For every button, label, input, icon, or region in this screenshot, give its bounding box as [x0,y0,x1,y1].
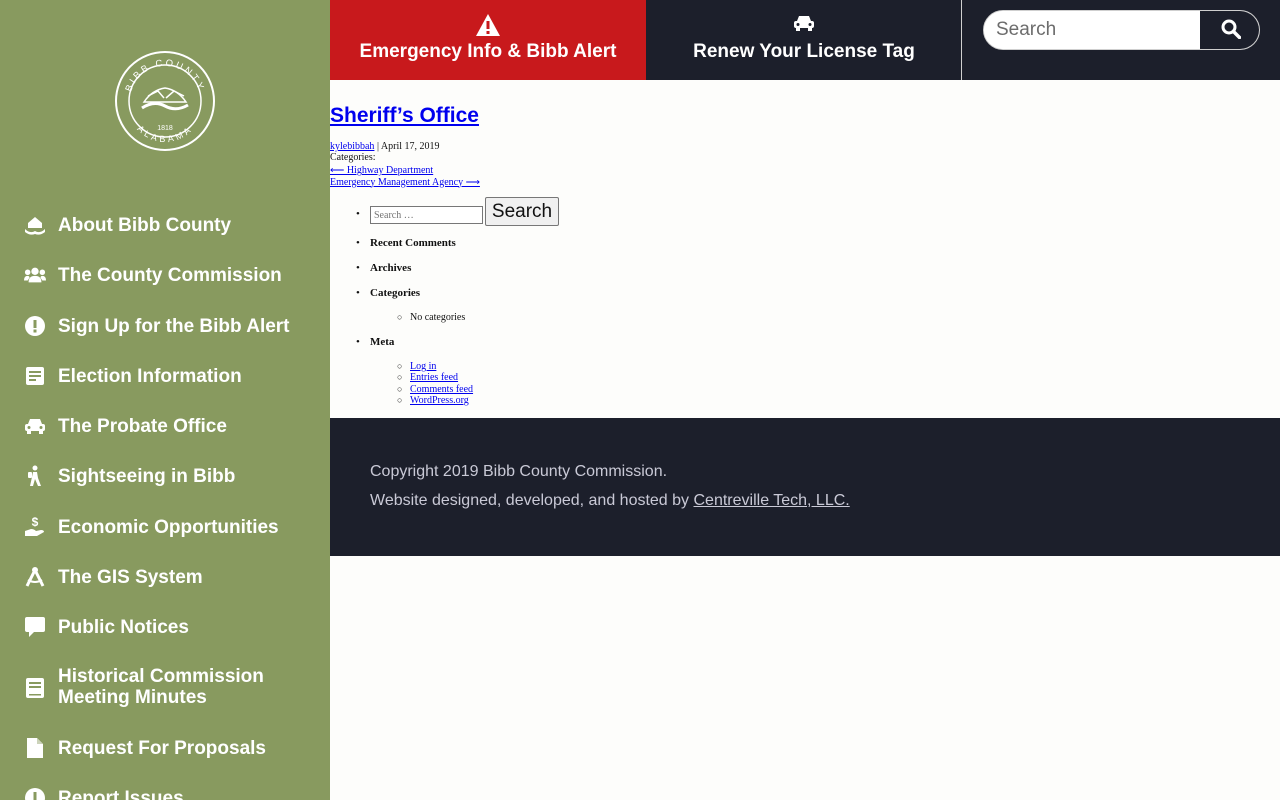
sidebar-item-rfp[interactable]: Request For Proposals [0,737,330,759]
top-bar: Emergency Info & Bibb Alert Renew Your L… [330,0,1280,80]
list-bullet: ○ [397,384,403,394]
sidebar: BIBB COUNTY ALABAMA 1818 About Bibb Coun… [0,0,330,800]
file-icon [24,737,46,759]
list-bullet: • [356,208,360,220]
header-search [983,10,1260,50]
sidebar-item-label: Request For Proposals [58,737,266,759]
sidebar-item-election[interactable]: Election Information [0,365,330,387]
footer-copyright: Copyright 2019 Bibb County Commission. [370,463,668,480]
renew-license-tag-label: Renew Your License Tag [693,41,915,62]
recent-comments-heading: Recent Comments [370,237,456,249]
users-icon [24,264,46,286]
widget-search-button[interactable]: Search [485,197,559,226]
login-link[interactable]: Log in [410,361,436,372]
document-icon [24,365,46,387]
sidebar-item-label: Public Notices [58,616,189,638]
widget-search-input[interactable] [370,206,483,224]
centreville-tech-link[interactable]: Centreville Tech, LLC. [694,492,850,509]
footer: Copyright 2019 Bibb County Commission. W… [330,418,1280,556]
emergency-info-label: Emergency Info & Bibb Alert [359,41,617,62]
sidebar-item-historical-minutes[interactable]: Historical Commission Meeting Minutes [0,666,330,710]
list-bullet: ○ [397,312,403,322]
sidebar-item-economic[interactable]: $ Economic Opportunities [0,516,330,538]
sidebar-item-county-commission[interactable]: The County Commission [0,264,330,286]
sidebar-item-label: Historical Commission Meeting Minutes [58,666,264,708]
exclamation-circle-icon [24,787,46,800]
list-bullet: ○ [397,372,403,382]
main-content: Sheriff’s Office kylebibbah | April 17, … [330,80,1280,418]
sidebar-item-report-issues[interactable]: Report Issues [0,787,330,800]
search-input[interactable] [984,11,1200,49]
sidebar-item-label: The Probate Office [58,415,227,437]
compass-drafting-icon [24,566,46,588]
post-navigation: ⟵ Highway Department Emergency Managemen… [330,165,480,188]
sidebar-item-about[interactable]: About Bibb County [0,214,330,236]
sidebar-item-label: About Bibb County [58,214,232,236]
book-icon [24,677,46,699]
svg-text:$: $ [32,516,39,529]
sidebar-item-label: The County Commission [58,264,282,286]
footer-credit-text: Website designed, developed, and hosted … [370,492,694,509]
seal-year: 1818 [157,125,173,132]
list-bullet: ○ [397,361,403,371]
post-date: April 17, 2019 [380,141,440,152]
car-icon [792,14,816,36]
search-button[interactable] [1200,11,1259,49]
renew-license-tag-button[interactable]: Renew Your License Tag [647,0,962,80]
post-meta: kylebibbah | April 17, 2019 Categories: [330,141,440,163]
sidebar-item-probate[interactable]: The Probate Office [0,415,330,437]
sidebar-item-label: Sightseeing in Bibb [58,465,236,487]
list-bullet: • [356,237,360,249]
footer-credit: Website designed, developed, and hosted … [370,492,850,510]
categories-heading: Categories [370,287,421,299]
list-bullet: • [356,336,360,348]
post-categories-label: Categories: [330,152,376,163]
speech-bubble-icon [24,616,46,638]
exclamation-circle-icon [24,315,46,337]
post-title-link[interactable]: Sheriff’s Office [330,104,479,128]
wordpress-org-link[interactable]: WordPress.org [410,395,469,406]
post-author-link[interactable]: kylebibbah [330,141,374,152]
archives-heading: Archives [370,262,412,274]
emergency-info-button[interactable]: Emergency Info & Bibb Alert [330,0,646,80]
entries-feed-link[interactable]: Entries feed [410,372,458,383]
list-bullet: • [356,262,360,274]
sidebar-item-label: Report Issues [58,787,184,800]
sidebar-item-gis[interactable]: The GIS System [0,566,330,588]
warning-triangle-icon [476,14,500,36]
sidebar-item-sightseeing[interactable]: Sightseeing in Bibb [0,465,330,487]
sidebar-item-label: Election Information [58,365,242,387]
sidebar-item-bibb-alert[interactable]: Sign Up for the Bibb Alert [0,315,330,337]
sidebar-item-label: Sign Up for the Bibb Alert [58,315,290,337]
search-icon [1221,19,1241,42]
comments-feed-link[interactable]: Comments feed [410,384,473,395]
sidebar-item-public-notices[interactable]: Public Notices [0,616,330,638]
hands-house-icon [24,214,46,236]
hiker-icon [24,465,46,487]
no-categories-text: No categories [410,312,466,323]
list-bullet: ○ [397,395,403,405]
money-hand-icon: $ [24,516,46,538]
next-post-link[interactable]: Emergency Management Agency ⟶ [330,177,480,189]
sidebar-item-label: Economic Opportunities [58,516,279,538]
list-bullet: • [356,287,360,299]
county-seal-logo[interactable]: BIBB COUNTY ALABAMA 1818 [114,50,216,152]
meta-heading: Meta [370,336,395,348]
sidebar-item-label: The GIS System [58,566,203,588]
previous-post-link[interactable]: ⟵ Highway Department [330,165,480,177]
car-icon [24,415,46,437]
